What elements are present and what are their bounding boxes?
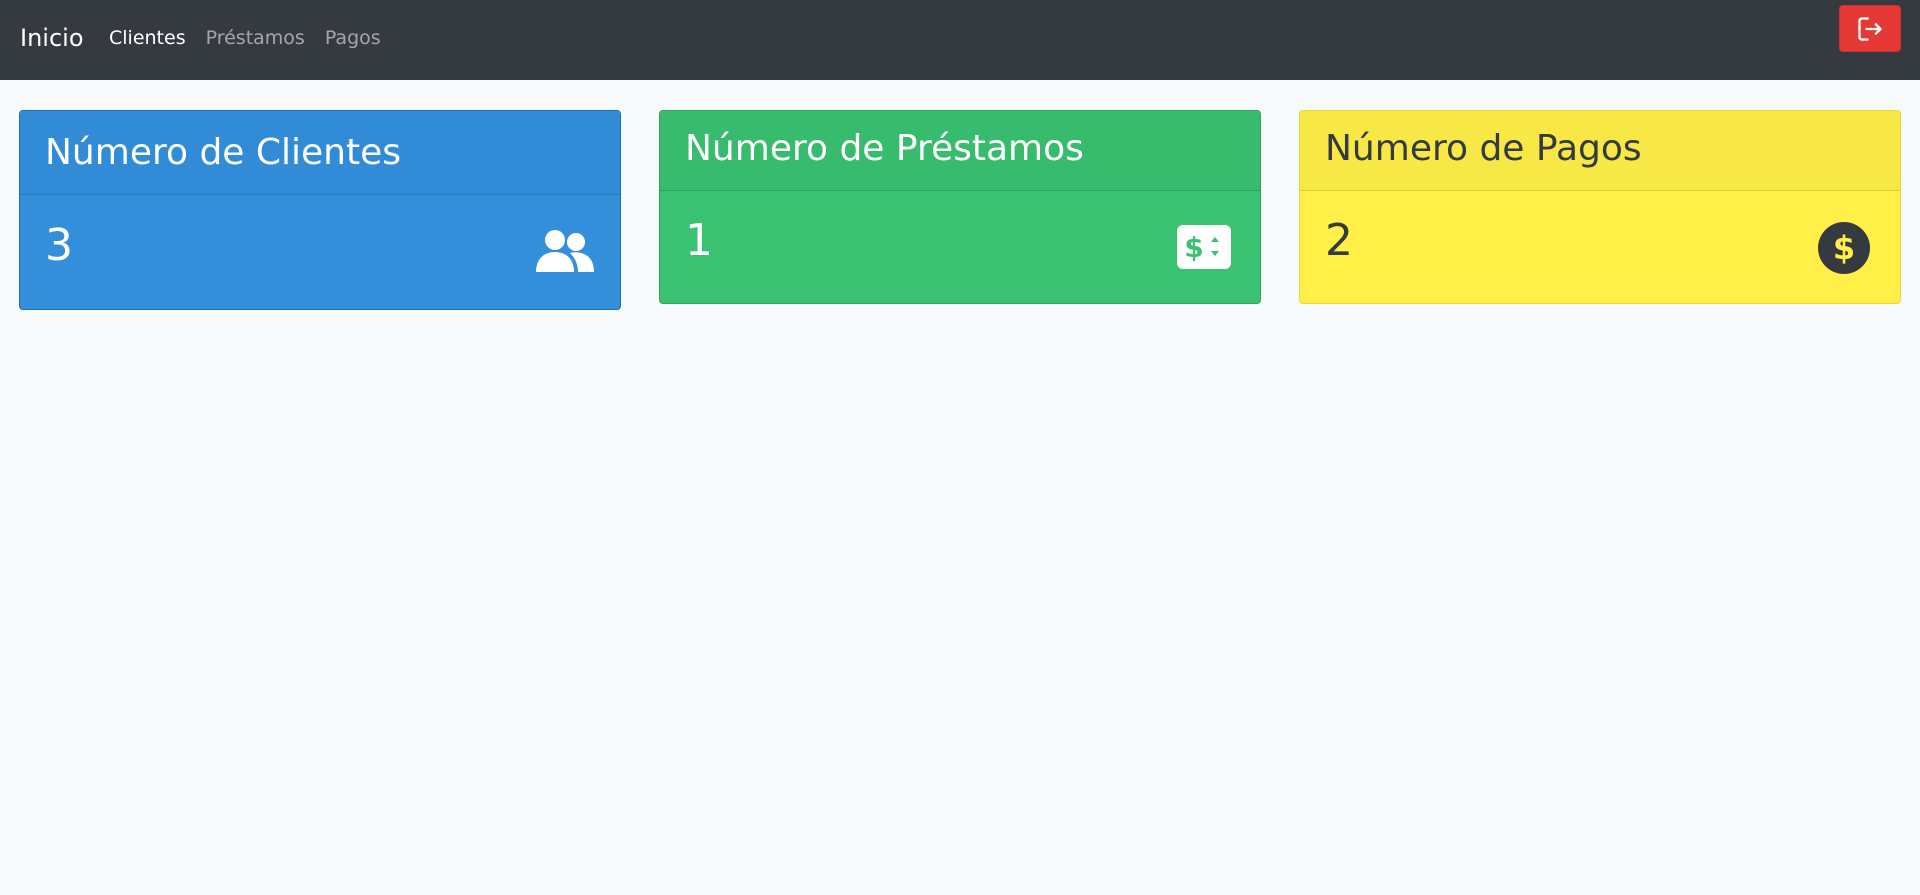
- brand-link[interactable]: Inicio: [20, 23, 84, 53]
- users-icon: [534, 228, 596, 276]
- card-clientes-header: Número de Clientes: [20, 111, 620, 195]
- logout-button[interactable]: [1839, 5, 1901, 52]
- card-pagos: Número de Pagos 2 $: [1299, 110, 1901, 304]
- card-clientes-value: 3: [45, 220, 73, 271]
- card-prestamos-value: 1: [685, 215, 713, 266]
- card-pagos-header: Número de Pagos: [1300, 111, 1900, 191]
- card-prestamos-header: Número de Préstamos: [660, 111, 1260, 191]
- svg-text:$: $: [1833, 229, 1855, 267]
- card-pagos-title: Número de Pagos: [1325, 128, 1642, 169]
- card-clientes-title: Número de Clientes: [45, 132, 402, 173]
- dollar-circle-icon: $: [1817, 221, 1871, 275]
- card-clientes: Número de Clientes 3: [19, 110, 621, 310]
- top-navbar: Inicio Clientes Préstamos Pagos: [0, 0, 1920, 80]
- card-pagos-value: 2: [1325, 215, 1353, 266]
- nav-links: Clientes Préstamos Pagos: [109, 26, 381, 50]
- svg-text:$: $: [1184, 231, 1203, 264]
- card-prestamos: Número de Préstamos 1 $: [659, 110, 1261, 304]
- logout-icon: [1858, 16, 1882, 41]
- nav-link-pagos[interactable]: Pagos: [325, 26, 381, 50]
- card-prestamos-title: Número de Préstamos: [685, 128, 1084, 169]
- nav-link-clientes[interactable]: Clientes: [109, 26, 186, 50]
- money-bill-icon: $: [1177, 225, 1231, 269]
- nav-link-prestamos[interactable]: Préstamos: [206, 26, 305, 50]
